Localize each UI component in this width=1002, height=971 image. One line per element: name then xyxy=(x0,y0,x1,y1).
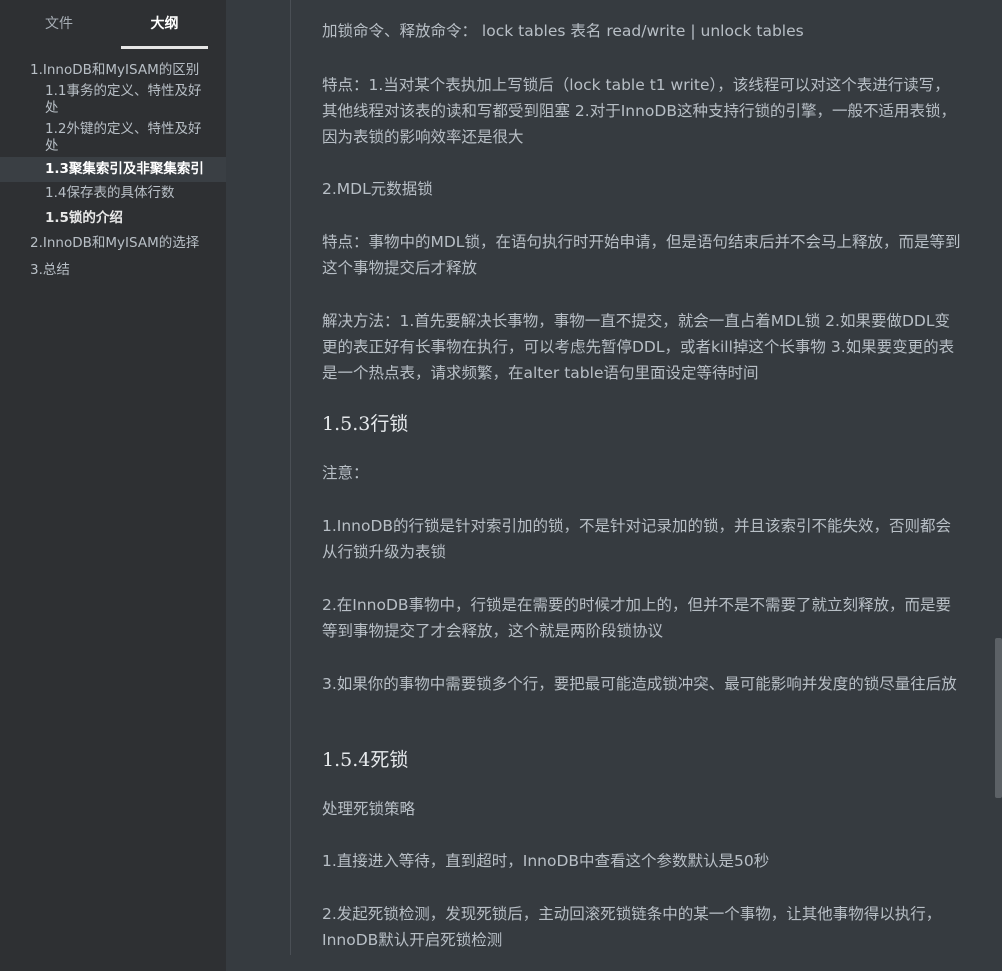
paragraph-row-lock-2: 2.在InnoDB事物中，行锁是在需要的时候才加上的，但并不是不需要了就立刻释放… xyxy=(322,596,952,640)
paragraph-row-lock-1: 1.InnoDB的行锁是针对索引加的锁，不是针对记录加的锁，并且该索引不能失效，… xyxy=(322,517,952,561)
paragraph-row-lock-3: 3.如果你的事物中需要锁多个行，要把最可能造成锁冲突、最可能影响并发度的锁尽量往… xyxy=(322,675,957,693)
outline-item-innodb-myisam-diff[interactable]: 1.InnoDB和MyISAM的区别 xyxy=(0,60,226,81)
paragraph-table-lock-features: 特点：1.当对某个表执加上写锁后（lock table t1 write），该线… xyxy=(322,76,956,146)
paragraph-deadlock-strategy: 处理死锁策略 xyxy=(322,800,416,818)
typora-window: 文件 大纲 1.InnoDB和MyISAM的区别 1.1事务的定义、特性及好处 … xyxy=(0,0,1002,971)
paragraph-deadlock-2: 2.发起死锁检测，发现死锁后，主动回滚死锁链条中的某一个事物，让其他事物得以执行… xyxy=(322,905,942,949)
outline-item-summary[interactable]: 3.总结 xyxy=(0,254,226,281)
paragraph-lock-commands: 加锁命令、释放命令： lock tables 表名 read/write | u… xyxy=(322,22,804,40)
editor-pane[interactable]: 加锁命令、释放命令： lock tables 表名 read/write | u… xyxy=(226,0,1002,971)
sidebar-tabs: 文件 大纲 xyxy=(0,0,226,49)
vertical-scrollbar[interactable] xyxy=(995,638,1002,798)
paragraph-mdl-title: 2.MDL元数据锁 xyxy=(322,180,433,198)
sidebar: 文件 大纲 1.InnoDB和MyISAM的区别 1.1事务的定义、特性及好处 … xyxy=(0,0,226,971)
outline-item-locks[interactable]: 1.5锁的介绍 xyxy=(0,204,226,229)
paragraph-mdl-features: 特点：事物中的MDL锁，在语句执行时开始申请，但是语句结束后并不会马上释放，而是… xyxy=(322,233,961,277)
tab-outline[interactable]: 大纲 xyxy=(121,0,208,49)
editor-gutter-line xyxy=(290,0,291,955)
heading-row-lock: 1.5.3行锁 xyxy=(322,413,409,435)
paragraph-deadlock-1: 1.直接进入等待，直到超时，InnoDB中查看这个参数默认是50秒 xyxy=(322,852,770,870)
heading-deadlock: 1.5.4死锁 xyxy=(322,749,409,771)
outline-item-clustered-index[interactable]: 1.3聚集索引及非聚集索引 xyxy=(0,157,226,182)
outline-item-foreign-key[interactable]: 1.2外键的定义、特性及好处 xyxy=(0,119,226,157)
tab-files[interactable]: 文件 xyxy=(0,0,118,46)
outline-item-choice[interactable]: 2.InnoDB和MyISAM的选择 xyxy=(0,229,226,254)
outline-item-transaction[interactable]: 1.1事务的定义、特性及好处 xyxy=(0,81,226,119)
paragraph-note: 注意： xyxy=(322,464,369,482)
outline-tree: 1.InnoDB和MyISAM的区别 1.1事务的定义、特性及好处 1.2外键的… xyxy=(0,58,226,281)
paragraph-mdl-solutions: 解决方法：1.首先要解决长事物，事物一直不提交，就会一直占着MDL锁 2.如果要… xyxy=(322,312,955,382)
outline-item-row-count[interactable]: 1.4保存表的具体行数 xyxy=(0,182,226,204)
